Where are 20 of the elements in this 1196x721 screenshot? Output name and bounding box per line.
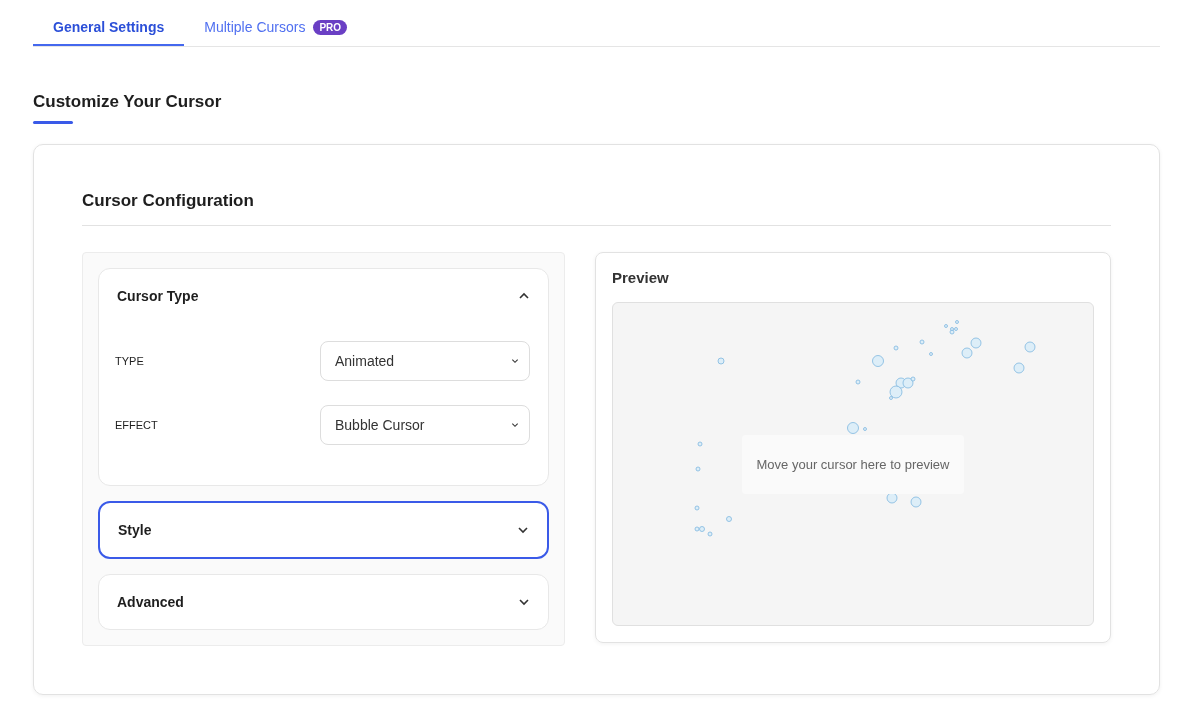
pro-badge: PRO xyxy=(313,19,348,35)
preview-title: Preview xyxy=(612,269,670,286)
chevron-icon xyxy=(511,357,519,365)
accordion-header[interactable]: Advanced xyxy=(99,575,548,629)
page-title: Customize Your Cursor xyxy=(33,92,223,112)
chevron-icon xyxy=(518,596,530,608)
select-field[interactable]: Animated xyxy=(320,341,530,381)
title-underline xyxy=(33,121,73,124)
chevron-icon xyxy=(517,524,529,536)
accordion-header[interactable]: Cursor Type xyxy=(99,269,548,323)
chevron-icon xyxy=(511,421,519,429)
accordion-header[interactable]: Style xyxy=(100,503,547,557)
field-label: EFFECT xyxy=(115,419,158,431)
preview-area[interactable]: Move your cursor here to preview xyxy=(612,302,1094,626)
tab[interactable]: Multiple Cursors PRO xyxy=(184,10,368,46)
select-field[interactable]: Bubble Cursor xyxy=(320,405,530,445)
field-label: TYPE xyxy=(115,355,144,367)
tab[interactable]: General Settings xyxy=(33,10,185,46)
preview-message: Move your cursor here to preview xyxy=(741,434,965,494)
card-title: Cursor Configuration xyxy=(82,191,1111,226)
